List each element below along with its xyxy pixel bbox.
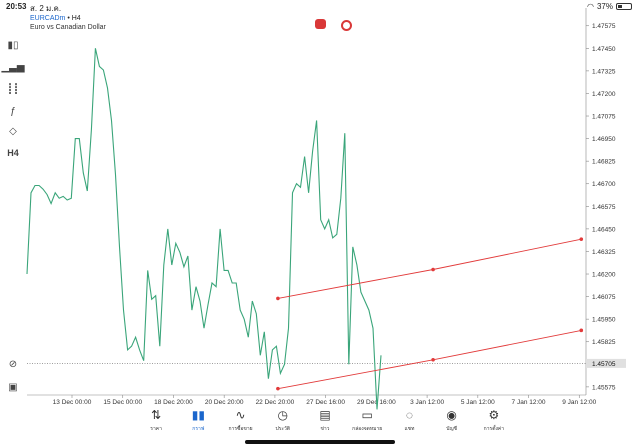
trade-panel-icon[interactable]: ▣ [6, 380, 20, 394]
channel-anchor-point [579, 237, 584, 241]
y-tick-label: 1.46325 [592, 249, 616, 256]
channel-anchor-point [276, 296, 280, 301]
symbol-name: EURCADm [30, 15, 66, 22]
y-tick-label: 1.46450 [592, 226, 616, 233]
y-tick-label: 1.47075 [592, 114, 616, 121]
crosshair-icon[interactable]: ⊘ [6, 357, 20, 371]
nav-label: แชท [404, 426, 415, 432]
nav-item-account[interactable]: ◉ บัญชี [431, 405, 473, 447]
y-tick-label: 1.45575 [592, 384, 616, 391]
y-tick-label: 1.46200 [592, 272, 616, 279]
channel-line-2 [277, 329, 582, 390]
y-tick-label: 1.46575 [592, 204, 616, 211]
x-tick-label: 9 Jan 12:00 [562, 399, 596, 406]
y-tick-label: 1.45950 [592, 317, 616, 324]
y-tick-label: 1.47200 [592, 91, 616, 98]
shapes-icon[interactable]: ◇ [6, 124, 20, 138]
nav-label: ข่าว [320, 426, 330, 432]
channel-anchor-point [276, 386, 280, 391]
y-tick-label: 1.46075 [592, 294, 616, 301]
history-icon: ◷ [277, 408, 288, 422]
price-series-line [26, 48, 382, 410]
chart-icon: ▮▮ [191, 408, 205, 422]
symbol-title: EURCADm • H4 [30, 15, 81, 22]
account-icon: ◉ [446, 408, 457, 422]
news-icon: ▤ [319, 408, 331, 422]
chat-icon: ◌ [405, 408, 413, 422]
y-tick-label: 1.45825 [592, 339, 616, 346]
trade-icon: ∿ [235, 408, 246, 422]
timeframe-label: • H4 [67, 15, 81, 22]
nav-label: กราฟ [192, 426, 205, 432]
quick-trade-icon[interactable] [341, 20, 352, 31]
settings-icon: ⚙ [488, 408, 500, 422]
y-tick-label: 1.46950 [592, 136, 616, 143]
current-price-label: 1.45705 [592, 361, 616, 368]
nav-label: การซื้อขาย [228, 426, 253, 432]
indicators-icon[interactable]: ▁▃▅ [1, 60, 24, 74]
symbol-description: Euro vs Canadian Dollar [30, 24, 106, 31]
chart-type-icon[interactable]: ▮▯ [6, 38, 20, 52]
y-tick-label: 1.47575 [592, 23, 616, 30]
y-tick-label: 1.46825 [592, 159, 616, 166]
timeframe-button[interactable]: H4 [6, 146, 20, 160]
nav-item-chart[interactable]: ▮▮ กราฟ [177, 405, 219, 447]
channel-line-1 [277, 238, 582, 299]
channel-anchor-point [431, 357, 435, 362]
nav-label: กล่องจดหมาย [352, 426, 383, 432]
nav-item-settings[interactable]: ⚙ การตั้งค่า [473, 405, 515, 447]
y-tick-label: 1.47325 [592, 68, 616, 75]
x-tick-label: 7 Jan 12:00 [512, 399, 546, 406]
left-toolbar: ▮▯ ▁▃▅ ┋┋ ƒ ◇ H4 ⊘ ▣ [0, 30, 26, 410]
nav-label: การตั้งค่า [483, 426, 505, 432]
channel-anchor-point [431, 267, 435, 272]
y-tick-label: 1.46700 [592, 181, 616, 188]
nav-item-quotes[interactable]: ⇅ ราคา [135, 405, 177, 447]
x-tick-label: 13 Dec 00:00 [53, 399, 92, 406]
channel-anchor-point [579, 328, 584, 333]
objects-icon[interactable]: ┋┋ [6, 82, 20, 96]
nav-label: ราคา [150, 426, 162, 432]
y-tick-label: 1.47450 [592, 46, 616, 53]
price-chart[interactable]: 1.47575 1.47450 1.47325 1.47200 1.47075 1.469… [0, 0, 640, 410]
home-indicator [245, 440, 395, 444]
function-icon[interactable]: ƒ [6, 104, 20, 118]
chart-area[interactable]: 1.47575 1.47450 1.47325 1.47200 1.47075 1.469… [0, 0, 640, 410]
nav-label: ประวัติ [275, 426, 291, 432]
mailbox-icon: ▭ [361, 408, 373, 422]
nav-label: บัญชี [446, 426, 458, 432]
quotes-icon: ⇅ [151, 408, 162, 422]
one-click-trading-icon[interactable] [315, 19, 326, 29]
